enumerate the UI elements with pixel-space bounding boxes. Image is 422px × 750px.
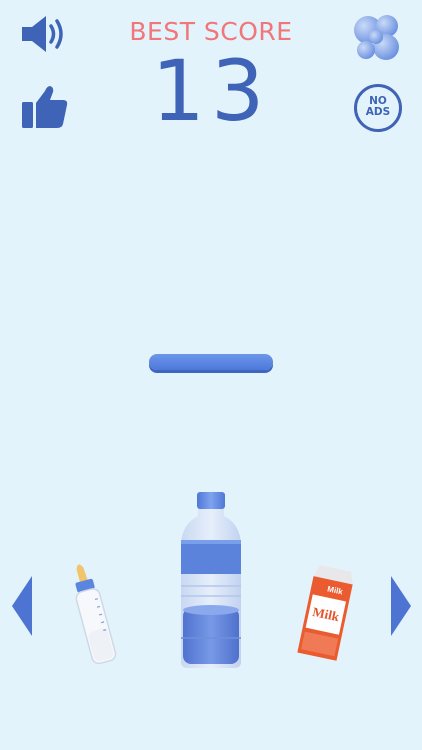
previous-bottle-button[interactable] — [10, 574, 34, 638]
baby-bottle-icon — [75, 564, 117, 665]
thumbs-up-icon — [22, 86, 68, 128]
bubbles-button[interactable] — [350, 10, 404, 64]
water-bottle-icon — [181, 492, 241, 668]
no-ads-button[interactable]: NO ADS — [354, 84, 402, 132]
water-bottle-option[interactable] — [176, 490, 246, 670]
arrow-right-icon — [391, 576, 411, 636]
sound-button[interactable] — [20, 14, 70, 54]
milk-carton-option[interactable]: Milk Milk — [296, 562, 360, 666]
no-ads-line2: ADS — [365, 106, 391, 118]
like-button[interactable] — [20, 84, 70, 130]
speaker-icon — [22, 16, 63, 52]
landing-platform — [149, 354, 273, 370]
bubbles-icon — [354, 15, 399, 60]
next-bottle-button[interactable] — [389, 574, 413, 638]
milk-carton-icon: Milk Milk — [297, 565, 353, 661]
no-ads-icon: NO ADS — [357, 96, 399, 118]
arrow-left-icon — [12, 576, 32, 636]
baby-bottle-option[interactable] — [62, 560, 128, 670]
